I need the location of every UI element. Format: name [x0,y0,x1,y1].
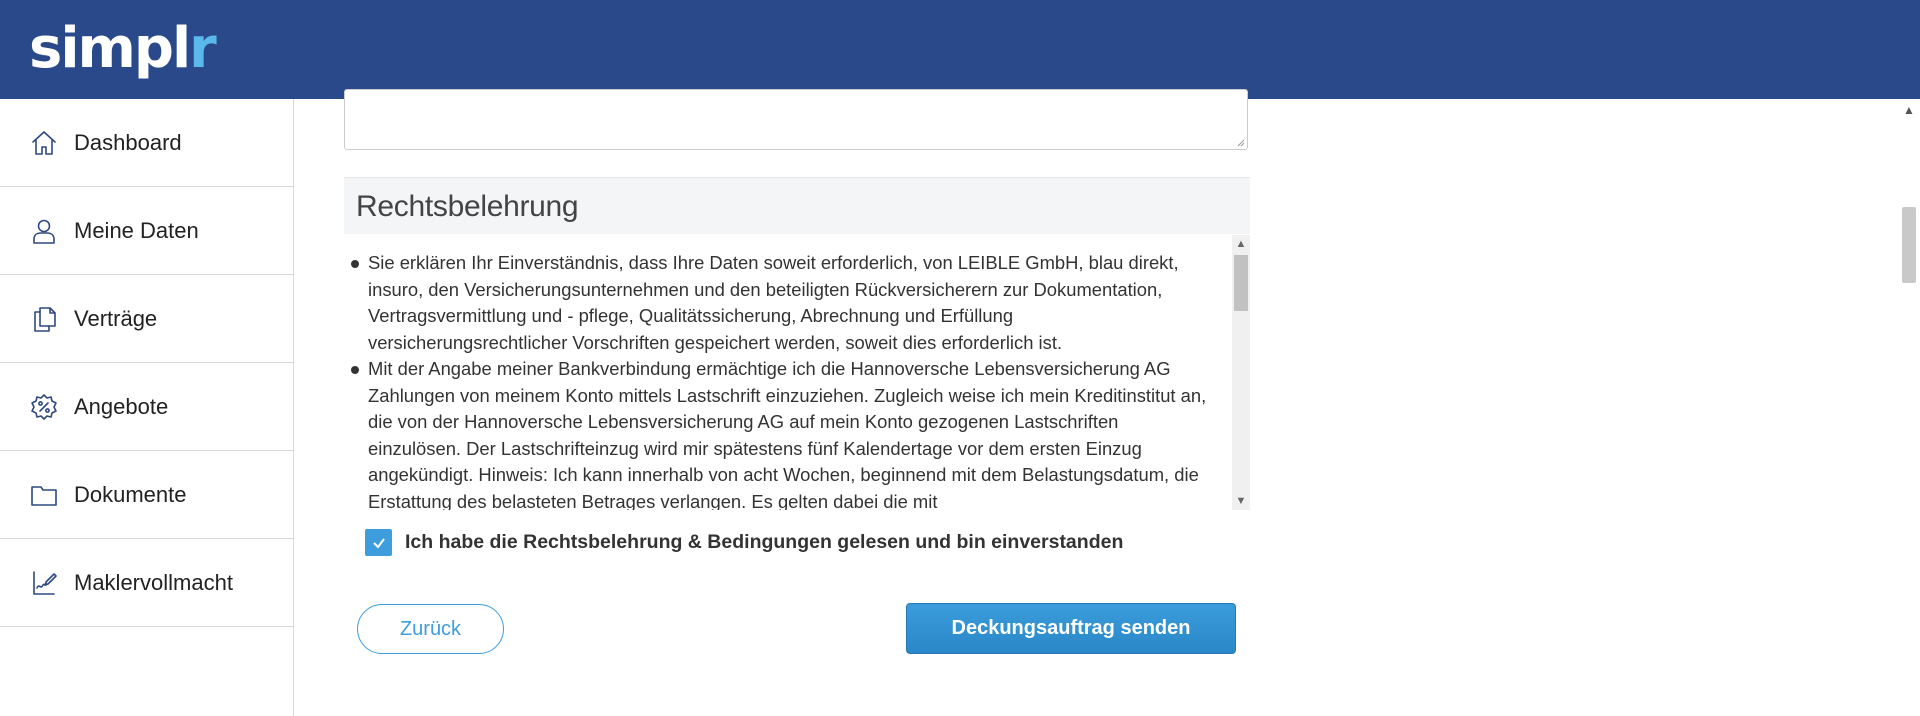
simplr-logo[interactable]: simplr [29,14,217,84]
sidebar-item-vertraege[interactable]: Verträge [0,275,293,363]
agreement-label: Ich habe die Rechtsbelehrung & Bedingung… [405,531,1124,553]
sidebar: Dashboard Meine Daten Verträge Angebote … [0,99,294,716]
sidebar-item-angebote[interactable]: Angebote [0,363,293,451]
app-header: simplr [0,0,1920,99]
logo-main-text: simpl [29,16,191,81]
sidebar-item-label: Meine Daten [74,217,199,243]
send-coverage-request-button[interactable]: Deckungsauftrag senden [906,603,1236,654]
list-item: Sie erklären Ihr Einverständnis, dass Ih… [351,250,1213,356]
signature-icon [28,567,60,599]
scroll-up-icon[interactable]: ▲ [1232,235,1250,253]
sidebar-item-meine-daten[interactable]: Meine Daten [0,187,293,275]
checkmark-icon [372,537,385,549]
rechtsbelehrung-scroll-area[interactable]: Sie erklären Ihr Einverständnis, dass Ih… [344,235,1250,510]
notes-textarea[interactable] [344,89,1248,150]
page-scroll-up-icon[interactable]: ▲ [1898,101,1920,119]
rechtsbelehrung-list: Sie erklären Ihr Einverständnis, dass Ih… [351,250,1213,510]
user-icon [28,215,60,247]
resize-handle-icon[interactable] [1235,137,1245,147]
logo-accent-text: r [189,16,217,81]
back-button[interactable]: Zurück [357,604,504,654]
sidebar-item-label: Dashboard [74,129,182,155]
sidebar-item-label: Dokumente [74,481,187,507]
percent-badge-icon [28,391,60,423]
home-icon [28,127,60,159]
folder-icon [28,479,60,511]
documents-icon [28,303,60,335]
page-scrollbar[interactable]: ▲ [1898,99,1920,716]
sidebar-item-label: Maklervollmacht [74,569,233,595]
agreement-row[interactable]: Ich habe die Rechtsbelehrung & Bedingung… [365,529,1123,556]
sidebar-item-maklervollmacht[interactable]: Maklervollmacht [0,539,293,627]
page-scrollbar-thumb[interactable] [1902,207,1916,283]
scrollbar-thumb[interactable] [1234,255,1248,311]
agreement-checkbox[interactable] [365,529,392,556]
sidebar-item-dokumente[interactable]: Dokumente [0,451,293,539]
rechtsbelehrung-scrollbar[interactable]: ▲ ▼ [1232,235,1250,510]
rechtsbelehrung-title: Rechtsbelehrung [356,190,579,223]
list-item: Mit der Angabe meiner Bankverbindung erm… [351,356,1213,510]
sidebar-item-dashboard[interactable]: Dashboard [0,99,293,187]
sidebar-item-label: Angebote [74,393,169,419]
rechtsbelehrung-header: Rechtsbelehrung [344,177,1250,234]
scroll-down-icon[interactable]: ▼ [1232,492,1250,510]
sidebar-item-label: Verträge [74,305,158,331]
